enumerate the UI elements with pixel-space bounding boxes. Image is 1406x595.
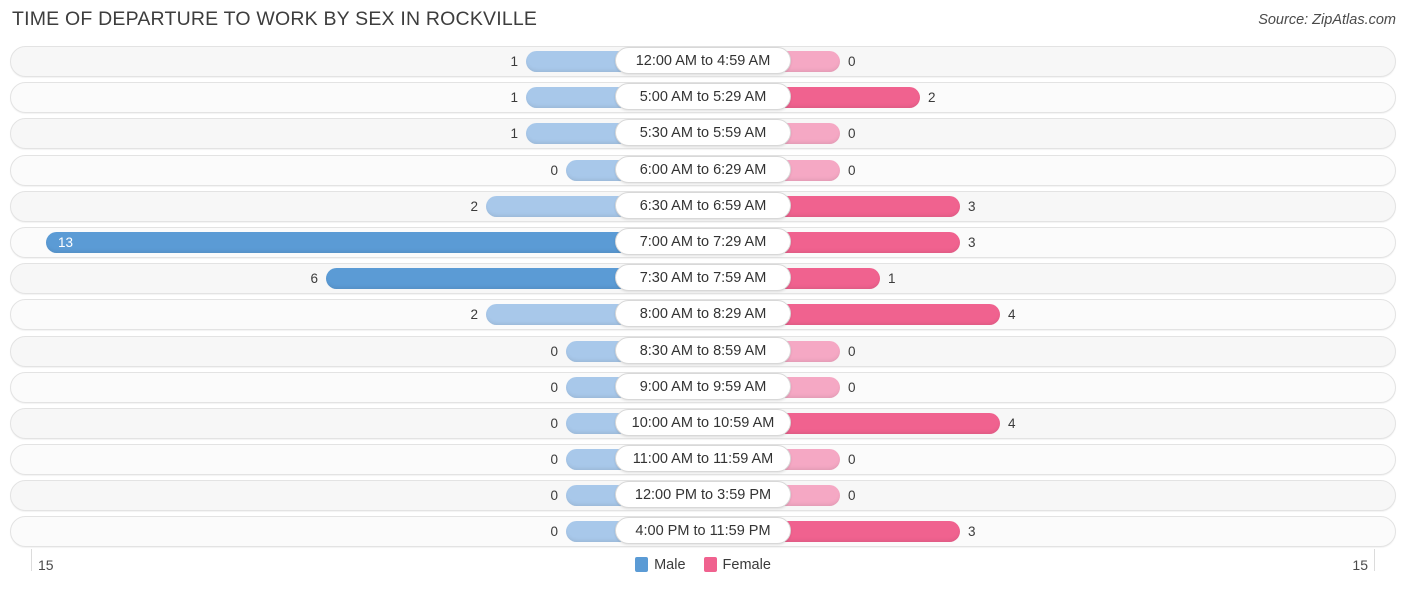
- chart-row: 1 0 5:30 AM to 5:59 AM: [0, 116, 1406, 152]
- male-bar[interactable]: [326, 268, 621, 290]
- female-bar[interactable]: [785, 521, 960, 543]
- female-bar[interactable]: [785, 449, 840, 471]
- category-label: 9:00 AM to 9:59 AM: [615, 372, 791, 400]
- female-value-label: 0: [848, 488, 856, 504]
- category-label: 10:00 AM to 10:59 AM: [615, 408, 791, 436]
- female-bar[interactable]: [785, 485, 840, 507]
- male-value-label: 2: [470, 198, 478, 214]
- male-bar[interactable]: [566, 412, 621, 434]
- chart-row: 0 0 6:00 AM to 6:29 AM: [0, 153, 1406, 189]
- chart-legend: Male Female: [0, 557, 1406, 573]
- category-label: 12:00 AM to 4:59 AM: [615, 47, 791, 74]
- female-bar[interactable]: [785, 51, 840, 72]
- female-bar[interactable]: [785, 340, 840, 362]
- male-value-label: 0: [550, 452, 558, 468]
- female-bar[interactable]: [785, 123, 840, 145]
- female-value-label: 1: [888, 271, 896, 287]
- female-bar[interactable]: [785, 268, 880, 290]
- female-value-label: 0: [848, 452, 856, 468]
- chart-footer: 15 15 Male Female: [0, 549, 1406, 595]
- female-value-label: 0: [848, 162, 856, 178]
- female-value-label: 2: [928, 90, 936, 106]
- male-bar[interactable]: [526, 87, 621, 109]
- male-value-label: 0: [550, 379, 558, 395]
- category-label: 7:30 AM to 7:59 AM: [615, 264, 791, 292]
- male-bar[interactable]: [46, 231, 621, 253]
- legend-item[interactable]: Male: [635, 557, 686, 573]
- male-bar[interactable]: [566, 340, 621, 362]
- chart-row: 13 3 7:00 AM to 7:29 AM: [0, 225, 1406, 261]
- male-bar[interactable]: [566, 485, 621, 507]
- female-bar[interactable]: [785, 412, 1000, 434]
- female-bar[interactable]: [785, 87, 920, 109]
- male-bar[interactable]: [526, 123, 621, 145]
- male-bar[interactable]: [566, 521, 621, 543]
- female-value-label: 0: [848, 54, 856, 69]
- legend-swatch-icon: [703, 557, 717, 572]
- female-value-label: 3: [968, 524, 976, 540]
- male-value-label: 1: [510, 54, 518, 69]
- male-value-label: 1: [510, 126, 518, 142]
- chart-row: 0 0 11:00 AM to 11:59 AM: [0, 442, 1406, 478]
- category-label: 5:30 AM to 5:59 AM: [615, 119, 791, 147]
- chart-row: 1 0 12:00 AM to 4:59 AM: [0, 44, 1406, 80]
- male-value-label: 0: [550, 343, 558, 359]
- female-value-label: 3: [968, 234, 976, 250]
- male-bar[interactable]: [486, 304, 621, 326]
- female-bar[interactable]: [785, 376, 840, 398]
- female-bar[interactable]: [785, 231, 960, 253]
- male-value-label: 6: [310, 271, 318, 287]
- female-value-label: 0: [848, 126, 856, 142]
- male-value-label: 2: [470, 307, 478, 323]
- male-bar[interactable]: [566, 159, 621, 181]
- male-bar[interactable]: [566, 449, 621, 471]
- chart-row: 1 2 5:00 AM to 5:29 AM: [0, 80, 1406, 116]
- male-value-label: 0: [550, 524, 558, 540]
- male-value-label: 0: [550, 415, 558, 431]
- chart-row: 6 1 7:30 AM to 7:59 AM: [0, 261, 1406, 297]
- category-label: 5:00 AM to 5:29 AM: [615, 83, 791, 111]
- female-value-label: 4: [1008, 415, 1016, 431]
- male-bar[interactable]: [486, 195, 621, 217]
- male-value-label: 0: [550, 162, 558, 178]
- source-attribution: Source: ZipAtlas.com: [1258, 12, 1396, 28]
- chart-row: 0 0 9:00 AM to 9:59 AM: [0, 370, 1406, 406]
- female-bar[interactable]: [785, 159, 840, 181]
- legend-label: Female: [722, 557, 771, 573]
- chart-row: 2 4 8:00 AM to 8:29 AM: [0, 297, 1406, 333]
- female-value-label: 0: [848, 343, 856, 359]
- chart-header: TIME OF DEPARTURE TO WORK BY SEX IN ROCK…: [0, 0, 1406, 40]
- chart-row: 2 3 6:30 AM to 6:59 AM: [0, 189, 1406, 225]
- category-label: 4:00 PM to 11:59 PM: [615, 517, 791, 545]
- legend-item[interactable]: Female: [703, 557, 771, 573]
- chart-row: 0 0 12:00 PM to 3:59 PM: [0, 478, 1406, 514]
- legend-swatch-icon: [635, 557, 649, 572]
- female-value-label: 4: [1008, 307, 1016, 323]
- chart-row: 0 0 8:30 AM to 8:59 AM: [0, 334, 1406, 370]
- male-bar[interactable]: [566, 376, 621, 398]
- category-label: 8:00 AM to 8:29 AM: [615, 300, 791, 328]
- category-label: 12:00 PM to 3:59 PM: [615, 481, 791, 509]
- category-label: 11:00 AM to 11:59 AM: [615, 445, 791, 473]
- category-label: 6:30 AM to 6:59 AM: [615, 191, 791, 219]
- female-value-label: 3: [968, 198, 976, 214]
- male-bar[interactable]: [526, 51, 621, 72]
- male-value-label: 1: [510, 90, 518, 106]
- legend-label: Male: [654, 557, 686, 573]
- female-bar[interactable]: [785, 195, 960, 217]
- female-value-label: 0: [848, 379, 856, 395]
- male-value-label: 0: [550, 488, 558, 504]
- page-title: TIME OF DEPARTURE TO WORK BY SEX IN ROCK…: [12, 8, 538, 30]
- male-value-label: 13: [58, 234, 74, 250]
- chart-plot-area: 1 0 12:00 AM to 4:59 AM 1 2 5:00 AM to 5:29 A…: [0, 44, 1406, 549]
- female-bar[interactable]: [785, 304, 1000, 326]
- category-label: 7:00 AM to 7:29 AM: [615, 227, 791, 255]
- category-label: 6:00 AM to 6:29 AM: [615, 155, 791, 183]
- chart-row: 0 4 10:00 AM to 10:59 AM: [0, 406, 1406, 442]
- category-label: 8:30 AM to 8:59 AM: [615, 336, 791, 364]
- chart-row: 0 3 4:00 PM to 11:59 PM: [0, 514, 1406, 550]
